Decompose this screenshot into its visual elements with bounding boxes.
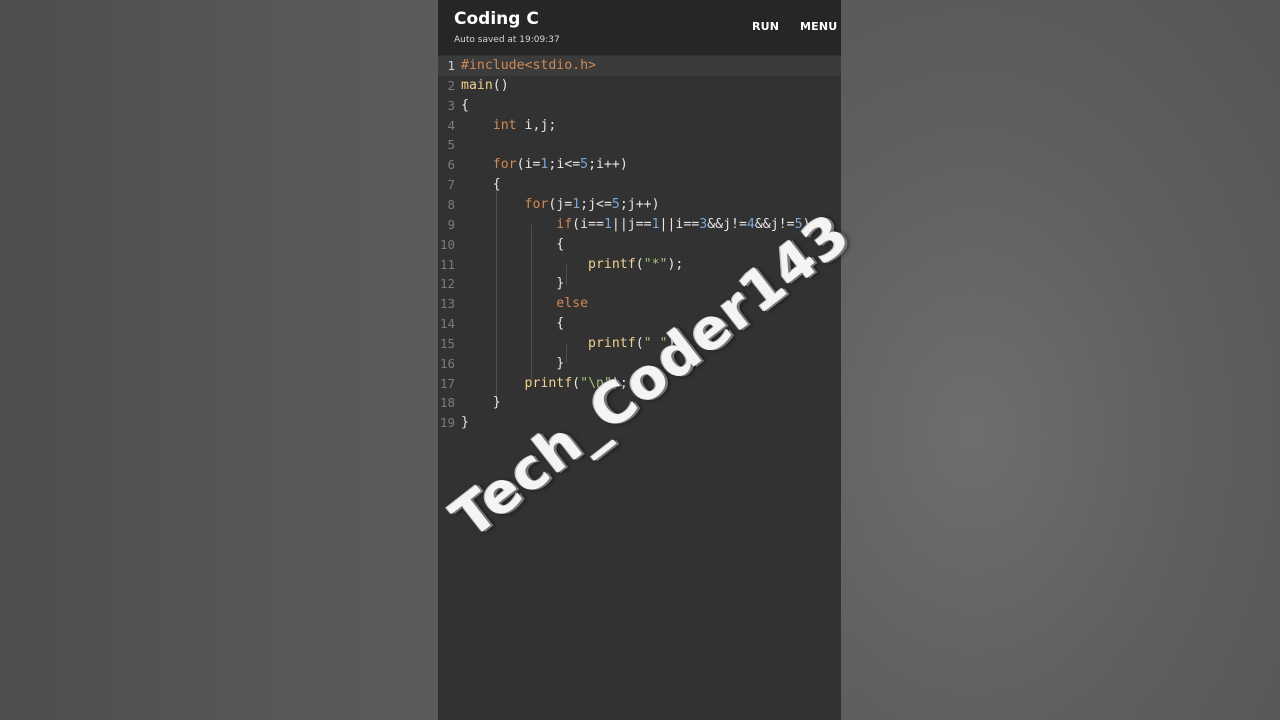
code-line[interactable]: 14 { (438, 314, 841, 334)
code-text: int i,j; (492, 117, 557, 133)
line-number: 16 (439, 355, 455, 371)
code-text: { (461, 97, 469, 113)
menu-button[interactable]: MENU (800, 20, 837, 33)
code-text: if(i==1||j==1||i==3&&j!=4&&j!=5) (556, 216, 811, 232)
code-line[interactable]: 2 main() (438, 76, 841, 96)
line-number: 18 (439, 395, 455, 411)
code-line[interactable]: 16 } (438, 354, 841, 374)
code-text: for(j=1;j<=5;j++) (524, 196, 660, 212)
line-number: 14 (439, 316, 455, 332)
code-text: { (461, 316, 565, 332)
autosave-status: Auto saved at 19:09:37 (454, 35, 560, 45)
code-text: } (461, 415, 469, 431)
blurred-background-left (0, 0, 438, 720)
line-number: 8 (447, 196, 455, 212)
code-editor[interactable]: 1 #include<stdio.h> 2 main() 3{4 int i,j; 5 6 … (438, 55, 841, 720)
line-number: 9 (447, 216, 455, 232)
line-number: 1 (447, 58, 455, 73)
code-text: { (461, 236, 565, 252)
line-number: 3 (447, 97, 455, 113)
code-text: } (461, 355, 565, 371)
code-line[interactable]: 3{ (438, 96, 841, 116)
line-number: 4 (447, 117, 455, 133)
code-line[interactable]: 17 printf("\n"); (438, 374, 841, 394)
code-line[interactable]: 6 for(i=1;i<=5;i++) (438, 155, 841, 175)
line-number: 12 (439, 276, 455, 292)
line-number: 5 (447, 137, 455, 153)
code-line[interactable]: 4 int i,j; (438, 116, 841, 136)
code-text: else (556, 296, 589, 312)
app-title: Coding C (454, 9, 539, 29)
code-line[interactable]: 11 printf("*"); (438, 255, 841, 275)
line-number: 7 (447, 177, 455, 193)
code-text: #include<stdio.h> (461, 58, 596, 73)
code-line[interactable]: 7 { (438, 175, 841, 195)
line-number: 6 (447, 157, 455, 173)
line-number: 15 (439, 335, 455, 351)
line-number: 10 (439, 236, 455, 252)
code-text: main() (461, 77, 509, 93)
code-text: printf("*"); (588, 256, 684, 272)
code-text: } (461, 395, 501, 411)
phone-screen: Coding C Auto saved at 19:09:37 RUN MENU… (438, 0, 841, 720)
blurred-background-right (841, 0, 1280, 720)
code-line[interactable]: 10 { (438, 235, 841, 255)
code-line[interactable]: 13 else (438, 294, 841, 314)
line-number: 17 (439, 375, 455, 391)
code-text: for(i=1;i<=5;i++) (492, 157, 628, 173)
code-text: } (461, 276, 565, 292)
code-line[interactable]: 5 (438, 135, 841, 155)
code-line[interactable]: 1 #include<stdio.h> (438, 56, 841, 76)
code-text: printf("\n"); (524, 375, 628, 391)
line-number: 19 (439, 415, 455, 431)
code-line[interactable]: 12 } (438, 274, 841, 294)
line-number: 13 (439, 296, 455, 312)
code-line[interactable]: 19} (438, 413, 841, 433)
app-bar: Coding C Auto saved at 19:09:37 RUN MENU (438, 0, 841, 55)
code-text: printf(" "); (588, 335, 684, 351)
line-number: 11 (439, 256, 455, 272)
code-text: { (461, 177, 501, 193)
line-number: 2 (447, 77, 455, 93)
run-button[interactable]: RUN (752, 20, 779, 33)
code-line[interactable]: 15 printf(" "); (438, 334, 841, 354)
code-line[interactable]: 9 if(i==1||j==1||i==3&&j!=4&&j!=5) (438, 215, 841, 235)
code-line[interactable]: 8 for(j=1;j<=5;j++) (438, 195, 841, 215)
code-line[interactable]: 18 } (438, 393, 841, 413)
